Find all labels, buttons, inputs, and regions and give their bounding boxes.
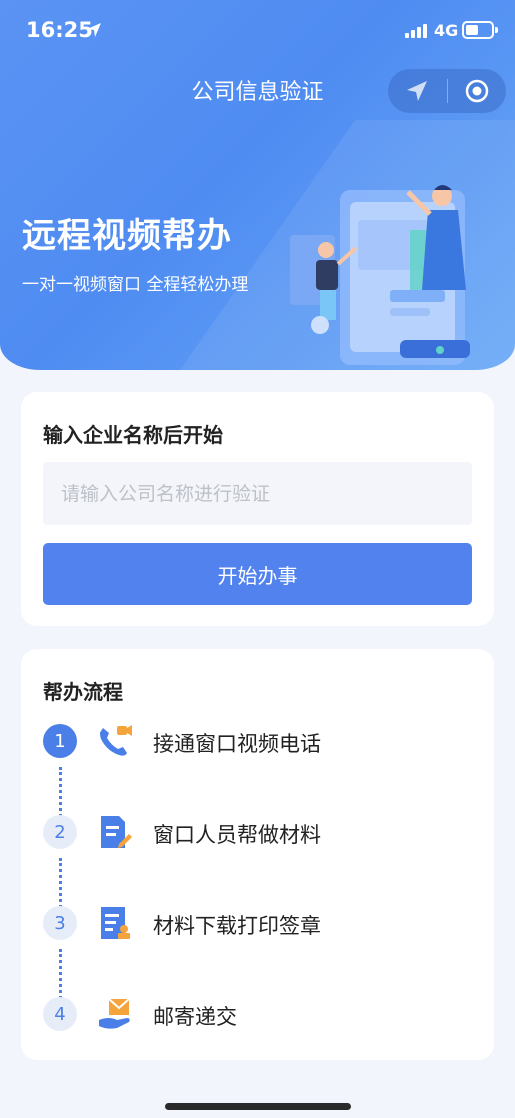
banner-title: 远程视频帮办 [22,216,232,256]
status-bar: 16:25 4G [0,0,515,60]
document-stamp-icon [101,907,130,939]
process-step-3: 3 材料下载打印签章 [43,903,473,943]
start-card-title: 输入企业名称后开始 [43,423,223,447]
step-number: 3 [43,906,77,940]
process-card-title: 帮办流程 [43,680,123,704]
target-circle-icon [465,79,488,103]
step-number: 1 [43,724,77,758]
status-time: 16:25 [26,18,93,42]
signal-icon [405,24,427,38]
company-name-input[interactable] [43,462,472,525]
step-number: 2 [43,815,77,849]
process-step-4: 4 邮寄递交 [43,994,473,1034]
mini-program-capsule [388,69,506,113]
video-phone-icon [100,725,132,756]
process-step-1: 1 接通窗口视频电话 [43,721,473,761]
start-button[interactable]: 开始办事 [43,543,472,605]
banner-subtitle: 一对一视频窗口 全程轻松办理 [22,275,249,295]
step-connector [59,858,62,908]
location-button[interactable] [388,69,447,113]
mail-hand-icon [99,998,130,1029]
battery-icon [462,21,498,39]
navigation-arrow-icon [407,81,428,101]
step-connector [59,767,62,817]
network-type: 4G [434,21,459,40]
start-card: 输入企业名称后开始 开始办事 [21,392,494,626]
process-card: 帮办流程 1 接通窗口视频电话 2 窗口人员帮做材料 3 材料下载打印签章 4 … [21,649,494,1060]
close-program-button[interactable] [447,69,506,113]
step-label: 窗口人员帮做材料 [153,823,321,847]
step-label: 材料下载打印签章 [153,914,321,938]
document-edit-icon [101,816,132,848]
step-connector [59,949,62,999]
process-step-2: 2 窗口人员帮做材料 [43,812,473,852]
step-number: 4 [43,997,77,1031]
step-label: 邮寄递交 [153,1005,237,1029]
home-indicator[interactable] [165,1103,351,1110]
video-call-illustration [290,185,470,365]
step-label: 接通窗口视频电话 [153,732,321,756]
location-arrow-icon [87,23,101,37]
